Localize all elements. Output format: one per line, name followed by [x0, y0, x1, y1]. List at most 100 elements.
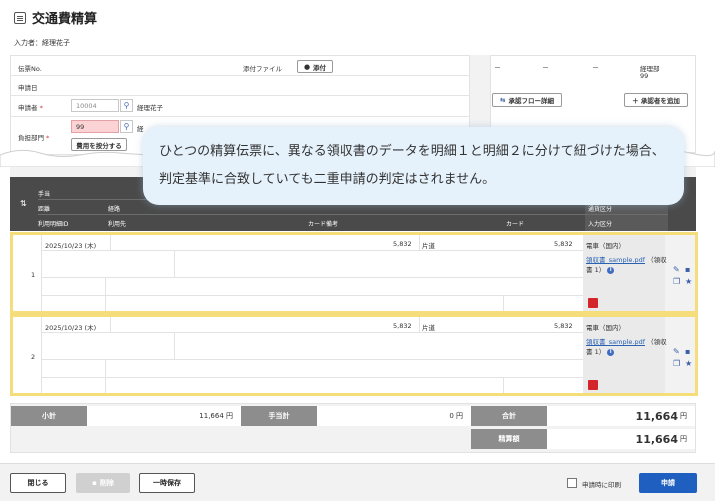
header-distance: 距離 [38, 206, 51, 213]
slip-no-label: 伝票No. [18, 65, 42, 73]
dept-label-text: 負担部門 [18, 134, 44, 142]
grid-line [174, 250, 175, 277]
header-card: カード [506, 221, 525, 228]
allowance-label: 手当計 [241, 406, 317, 426]
delete-button-label: 削除 [99, 479, 114, 487]
edit-icon[interactable]: ✎ [673, 266, 680, 274]
grid-line [41, 332, 583, 333]
star-icon[interactable]: ★ [685, 360, 692, 368]
hand-warning-icon[interactable] [588, 380, 598, 390]
required-mark: * [46, 134, 50, 142]
detail-trip: 片道 [422, 324, 435, 332]
dept-code-input[interactable]: 99 [71, 120, 119, 133]
search-icon[interactable]: ⚲ [120, 99, 133, 112]
approver-cell: － [542, 64, 549, 72]
approval-flow-button[interactable]: ⇆ 承認フロー詳細 [492, 93, 562, 107]
grid-line [503, 377, 504, 393]
grid-line [41, 359, 583, 360]
header-divider [38, 214, 668, 215]
approver-cell: － [592, 64, 599, 72]
grid-line [110, 317, 111, 332]
subtotal-value: 11,664 円 [87, 406, 241, 426]
allowance-value: 0 円 [317, 406, 471, 426]
total-amount: 11,664 [635, 409, 678, 423]
header-usage-place: 利用先 [108, 221, 127, 228]
detail-row[interactable]: 2 2025/10/23 (木) 5,832 片道 5,832 電車（国内） 領… [10, 314, 698, 396]
search-icon[interactable]: ⚲ [120, 120, 133, 133]
approval-flow-label: 承認フロー詳細 [508, 97, 554, 105]
submit-button[interactable]: 申請 [639, 473, 697, 493]
detail-amount2: 5,832 [554, 322, 573, 330]
notice-bubble: ひとつの精算伝票に、異なる領収書のデータを明細１と明細２に分けて紐づけた場合、判… [143, 127, 684, 205]
grid-line [41, 250, 583, 251]
close-button[interactable]: 閉じる [10, 473, 66, 493]
info-icon[interactable]: i [607, 348, 615, 356]
settle-amount: 11,664 [635, 432, 678, 446]
document-icon [14, 11, 26, 24]
clip-icon: ● [303, 62, 311, 71]
inputter-label: 入力者：経理花子 [14, 39, 70, 47]
delete-icon[interactable]: ▪ [685, 348, 692, 356]
total-unit: 円 [680, 412, 687, 420]
header-card-note: カード備考 [308, 221, 339, 228]
grid-line [41, 295, 583, 296]
save-draft-button[interactable]: 一時保存 [139, 473, 195, 493]
receipt-attachment: 領収書_sample.pdf （領収書 1） i [586, 255, 668, 275]
grid-line [419, 235, 420, 250]
print-checkbox[interactable] [567, 478, 577, 488]
sort-icon[interactable]: ⇅ [20, 199, 27, 208]
copy-icon[interactable]: ❐ [673, 360, 680, 368]
edit-icon[interactable]: ✎ [673, 348, 680, 356]
delete-button[interactable]: ▪ 削除 [76, 473, 130, 493]
detail-amount: 5,832 [393, 322, 412, 330]
detail-amount: 5,832 [393, 240, 412, 248]
header-route: 経路 [108, 206, 121, 213]
star-icon[interactable]: ★ [685, 278, 692, 286]
detail-date: 2025/10/23 (木) [45, 242, 97, 250]
receipt-link[interactable]: 領収書_sample.pdf [586, 256, 645, 264]
detail-row[interactable]: 1 2025/10/23 (木) 5,832 片道 5,832 電車（国内） 領… [10, 232, 698, 314]
receipt-link[interactable]: 領収書_sample.pdf [586, 338, 645, 346]
grid-line [105, 277, 106, 311]
apply-date-label: 申請日 [18, 84, 38, 92]
info-icon[interactable]: i [607, 266, 615, 274]
attachment-label: 添付ファイル [243, 65, 282, 73]
grid-line [41, 317, 42, 393]
page-title-text: 交通費精算 [32, 12, 98, 27]
delete-icon[interactable]: ▪ [685, 266, 692, 274]
header-currency: 通貨区分 [588, 206, 613, 213]
settle-value: 11,664 円 [547, 429, 695, 449]
divider [10, 75, 470, 76]
trash-icon: ▪ [92, 479, 97, 487]
required-mark: * [39, 104, 43, 112]
applicant-code-input[interactable]: 10004 [71, 99, 119, 112]
totals-area: 小計 11,664 円 手当計 0 円 合計 11,664 円 精算額 11,6… [10, 403, 696, 453]
grid-line [503, 295, 504, 311]
add-approver-button[interactable]: ＋ 承認者を追加 [624, 93, 688, 107]
copy-icon[interactable]: ❐ [673, 278, 680, 286]
grid-line [105, 359, 106, 393]
divider [10, 95, 470, 96]
applicant-label-text: 申請者 [18, 104, 38, 112]
grid-line [419, 317, 420, 332]
detail-actions [665, 235, 695, 311]
approver-cell: － [494, 64, 501, 72]
dept-name: 経 [137, 125, 144, 133]
grid-line [174, 332, 175, 359]
subtotal-label: 小計 [11, 406, 87, 426]
divider [10, 116, 470, 117]
footer-bar: 閉じる ▪ 削除 一時保存 申請時に印刷 申請 [0, 463, 715, 501]
flow-icon: ⇆ [500, 96, 506, 104]
applicant-label: 申請者 * [18, 102, 43, 112]
header-allowance: 手当 [38, 191, 51, 198]
page-title: 交通費精算 [14, 8, 97, 27]
attach-button[interactable]: ● 添付 [297, 60, 333, 73]
detail-actions [665, 317, 695, 393]
settle-unit: 円 [680, 435, 687, 443]
settle-label: 精算額 [471, 429, 547, 449]
attach-button-label: 添付 [313, 63, 327, 72]
detail-number: 1 [31, 271, 36, 279]
detail-amount2: 5,832 [554, 240, 573, 248]
detail-transport: 電車（国内） [586, 324, 625, 332]
hand-warning-icon[interactable] [588, 298, 598, 308]
